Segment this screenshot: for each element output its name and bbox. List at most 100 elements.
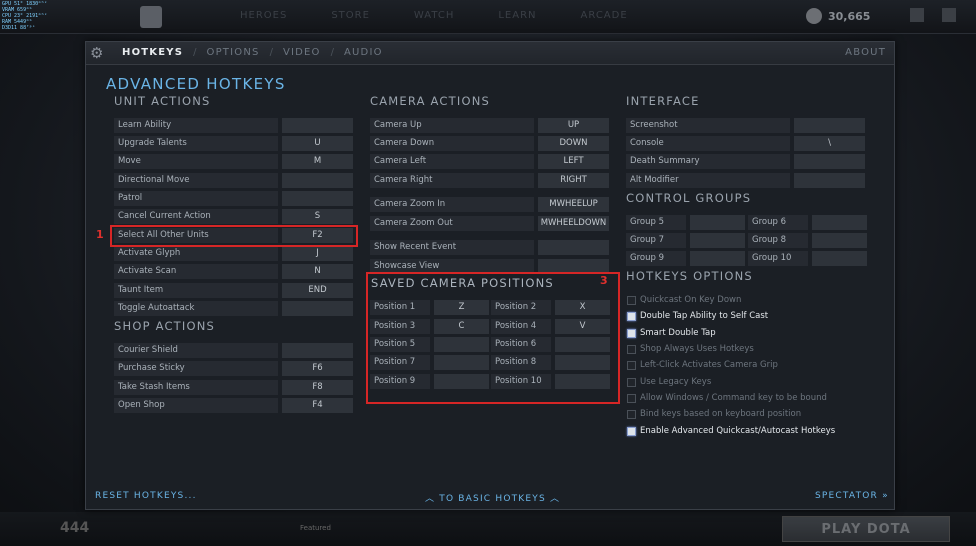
nav-watch[interactable]: WATCH	[414, 10, 454, 21]
to-basic-hotkeys-link[interactable]: ︿ TO BASIC HOTKEYS ︿	[425, 491, 560, 504]
hotkey-option[interactable]: Allow Windows / Command key to be bound	[627, 391, 827, 405]
hotkey-binding[interactable]	[794, 154, 865, 169]
option-checkbox[interactable]	[627, 377, 636, 387]
option-label: Double Tap Ability to Self Cast	[640, 311, 769, 321]
hotkey-binding[interactable]	[690, 251, 745, 266]
hotkey-option[interactable]: Double Tap Ability to Self Cast	[627, 309, 768, 323]
hotkey-binding[interactable]: F4	[282, 398, 353, 413]
tab-hotkeys[interactable]: HOTKEYS	[122, 47, 183, 58]
dota-logo-icon[interactable]	[140, 6, 162, 28]
hotkey-binding[interactable]	[794, 118, 865, 133]
to-basic-label: TO BASIC HOTKEYS	[439, 494, 546, 504]
hotkey-binding[interactable]: UP	[538, 118, 609, 133]
settings-panel: ⚙ HOTKEYS / OPTIONS / VIDEO / AUDIO ABOU…	[85, 41, 895, 510]
spectator-link[interactable]: SPECTATOR »	[815, 491, 889, 501]
hotkey-label: Taunt Item	[114, 283, 278, 298]
option-checkbox[interactable]	[627, 393, 636, 403]
hotkey-option[interactable]: Enable Advanced Quickcast/Autocast Hotke…	[627, 424, 835, 438]
nav-arcade[interactable]: ARCADE	[581, 10, 628, 21]
hotkey-label: Group 7	[626, 233, 686, 248]
hotkey-binding[interactable]: N	[282, 264, 353, 279]
hotkey-binding[interactable]: M	[282, 154, 353, 169]
hotkey-binding[interactable]	[282, 343, 353, 358]
nav-learn[interactable]: LEARN	[498, 10, 536, 21]
hotkey-binding[interactable]: MWHEELUP	[538, 197, 609, 212]
hotkey-binding[interactable]: U	[282, 136, 353, 151]
hotkey-label: Death Summary	[626, 154, 790, 169]
reset-hotkeys-link[interactable]: RESET HOTKEYS...	[95, 491, 197, 501]
section-title-shop-actions: SHOP ACTIONS	[114, 319, 216, 333]
spectator-label: SPECTATOR	[815, 491, 879, 501]
option-checkbox[interactable]	[627, 426, 636, 436]
option-label: Quickcast On Key Down	[640, 295, 742, 305]
option-checkbox[interactable]	[627, 311, 636, 321]
gear-icon: ⚙	[90, 44, 104, 62]
hotkey-binding[interactable]: END	[282, 283, 353, 298]
hotkey-label: Group 5	[626, 215, 686, 230]
hotkey-option[interactable]: Use Legacy Keys	[627, 375, 711, 389]
performance-overlay: GPU 51° 1830ᵐʰᶻ VRAM 659ᵐᵇ CPU 23° 2191ᵐ…	[2, 1, 47, 31]
option-checkbox[interactable]	[627, 295, 636, 305]
hotkey-binding[interactable]	[812, 215, 867, 230]
hotkey-option[interactable]: Smart Double Tap	[627, 326, 716, 340]
hotkey-binding[interactable]: J	[282, 246, 353, 261]
section-title-unit-actions: UNIT ACTIONS	[114, 94, 211, 108]
hotkey-binding[interactable]	[690, 215, 745, 230]
hotkey-binding[interactable]	[794, 173, 865, 188]
about-link[interactable]: ABOUT	[845, 47, 886, 58]
hotkey-binding[interactable]: S	[282, 209, 353, 224]
hotkey-binding[interactable]	[538, 240, 609, 255]
hotkey-binding[interactable]: DOWN	[538, 136, 609, 151]
tab-audio[interactable]: AUDIO	[344, 47, 383, 58]
nav-heroes[interactable]: HEROES	[240, 10, 287, 21]
settings-icon[interactable]	[910, 8, 924, 22]
hotkey-binding[interactable]: F8	[282, 380, 353, 395]
hotkey-label: Camera Left	[370, 154, 534, 169]
chevron-up-icon: ︿	[425, 494, 440, 504]
hotkey-option[interactable]: Left-Click Activates Camera Grip	[627, 358, 778, 372]
tab-options[interactable]: OPTIONS	[207, 47, 260, 58]
top-nav: HEROES STORE WATCH LEARN ARCADE	[240, 10, 628, 21]
hotkey-label: Activate Scan	[114, 264, 278, 279]
hotkey-binding[interactable]	[812, 233, 867, 248]
section-title-interface: INTERFACE	[626, 94, 700, 108]
play-dota-button[interactable]: PLAY DOTA	[782, 516, 950, 542]
overlay-line: D3D11 88ᶠᵖˢ	[2, 25, 36, 31]
hotkey-binding[interactable]: RIGHT	[538, 173, 609, 188]
tab-video[interactable]: VIDEO	[283, 47, 321, 58]
hotkey-label: Open Shop	[114, 398, 278, 413]
hotkey-binding[interactable]	[282, 118, 353, 133]
hotkey-binding[interactable]	[282, 301, 353, 316]
hotkey-label: Camera Zoom Out	[370, 216, 534, 231]
hotkey-label: Patrol	[114, 191, 278, 206]
hotkey-binding[interactable]: \	[794, 136, 865, 151]
hotkey-binding[interactable]: MWHEELDOWN	[538, 216, 609, 231]
hotkey-binding[interactable]	[282, 173, 353, 188]
hotkey-binding[interactable]	[282, 191, 353, 206]
shards-display[interactable]: 30,665	[806, 8, 870, 24]
hotkey-option[interactable]: Bind keys based on keyboard position	[627, 407, 801, 421]
top-right-icons	[910, 8, 956, 22]
player-count: 444	[60, 520, 90, 536]
hotkey-label: Camera Right	[370, 173, 534, 188]
option-checkbox[interactable]	[627, 344, 636, 354]
hotkey-option[interactable]: Shop Always Uses Hotkeys	[627, 342, 754, 356]
option-checkbox[interactable]	[627, 409, 636, 419]
hotkey-label: Courier Shield	[114, 343, 278, 358]
hotkey-option[interactable]: Quickcast On Key Down	[627, 293, 741, 307]
hotkey-binding[interactable]	[812, 251, 867, 266]
hotkey-binding[interactable]: F6	[282, 361, 353, 376]
power-icon[interactable]	[942, 8, 956, 22]
hotkey-binding[interactable]	[690, 233, 745, 248]
option-checkbox[interactable]	[627, 328, 636, 338]
option-label: Allow Windows / Command key to be bound	[640, 393, 827, 403]
option-label: Use Legacy Keys	[640, 377, 712, 387]
nav-store[interactable]: STORE	[331, 10, 370, 21]
hotkey-label: Upgrade Talents	[114, 136, 278, 151]
hotkey-label: Group 8	[748, 233, 808, 248]
tab-separator: /	[269, 47, 273, 58]
option-checkbox[interactable]	[627, 360, 636, 370]
section-title-control-groups: CONTROL GROUPS	[626, 191, 752, 205]
annotation-number-3: 3	[600, 274, 608, 287]
hotkey-binding[interactable]: LEFT	[538, 154, 609, 169]
